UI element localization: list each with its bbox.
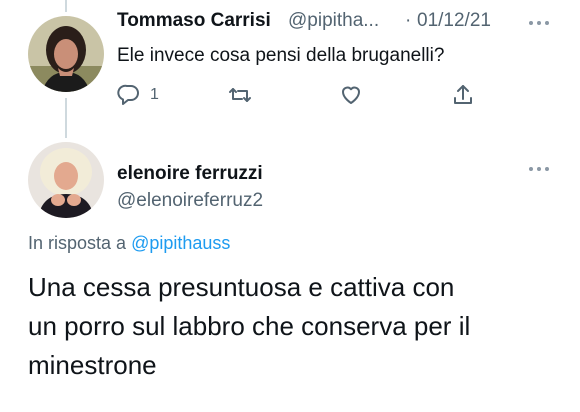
reply-count: 1	[150, 86, 159, 103]
reply-icon	[117, 84, 139, 105]
avatar[interactable]	[28, 16, 104, 92]
replying-to-handle-link[interactable]: @pipithauss	[131, 233, 230, 253]
tweet-date[interactable]: 01/12/21	[417, 10, 491, 32]
tweet-text: Ele invece cosa pensi della bruganelli?	[117, 45, 445, 66]
separator-dot: ·	[405, 10, 412, 31]
thread-line-top	[65, 0, 67, 12]
thread-line-connector	[65, 98, 67, 138]
more-options-icon[interactable]	[529, 166, 551, 172]
tweet-text: Una cessa presuntuosa e cattiva con un p…	[28, 268, 568, 385]
tweet-text-line: minestrone	[28, 350, 157, 380]
avatar[interactable]	[28, 142, 104, 218]
reply-button[interactable]: 1	[117, 83, 159, 107]
share-icon	[454, 85, 472, 104]
share-button[interactable]	[451, 83, 475, 107]
display-name[interactable]: elenoire ferruzzi	[117, 163, 263, 185]
tweet-text-line: un porro sul labbro che conserva per il	[28, 311, 471, 341]
more-options-icon[interactable]	[529, 20, 551, 26]
retweet-button[interactable]	[228, 83, 252, 107]
heart-icon	[342, 86, 360, 104]
tweet-text-line: Una cessa presuntuosa e cattiva con	[28, 272, 455, 302]
user-handle[interactable]: @elenoireferruz2	[117, 190, 263, 212]
display-name[interactable]: Tommaso Carrisi	[117, 10, 271, 32]
user-handle[interactable]: @pipitha...	[288, 10, 379, 32]
like-button[interactable]	[339, 83, 363, 107]
retweet-icon	[229, 88, 251, 102]
replying-to-label: In risposta a	[28, 233, 127, 253]
replying-to-line: In risposta a @pipithauss	[28, 233, 230, 254]
